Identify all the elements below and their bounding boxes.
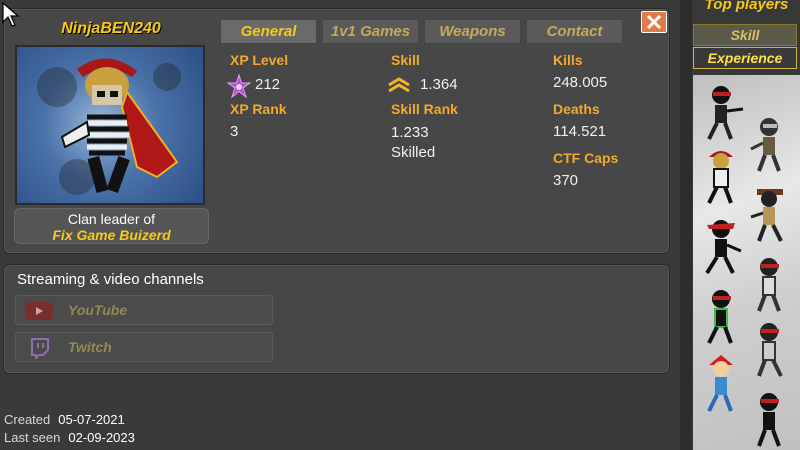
streaming-title: Streaming & video channels xyxy=(17,271,204,288)
clan-name-link[interactable]: Fix Game Buizerd xyxy=(15,227,208,243)
skill-rank-value: 1.233 xyxy=(391,124,429,141)
tab-contact[interactable]: Contact xyxy=(526,19,623,44)
youtube-label: YouTube xyxy=(68,302,128,318)
tab-1v1-games[interactable]: 1v1 Games xyxy=(322,19,419,44)
tab-general[interactable]: General xyxy=(220,19,317,44)
ctf-caps-value: 370 xyxy=(553,172,579,189)
skill-rank-label: Skill Rank xyxy=(391,101,458,117)
clan-info: Clan leader of Fix Game Buizerd xyxy=(14,208,209,244)
clan-label: Clan leader of xyxy=(67,211,156,227)
twitch-icon xyxy=(31,338,49,359)
player-avatar-9[interactable] xyxy=(699,355,747,415)
player-avatar-4[interactable] xyxy=(747,185,795,245)
last-seen-label: Last seen xyxy=(4,430,61,445)
close-icon xyxy=(646,15,662,29)
player-avatar-7[interactable] xyxy=(699,287,747,347)
tab-weapons[interactable]: Weapons xyxy=(424,19,521,44)
xp-rank-value: 3 xyxy=(230,123,239,140)
xp-star-icon xyxy=(226,74,252,98)
twitch-button[interactable]: Twitch xyxy=(15,332,273,362)
player-avatar-2[interactable] xyxy=(747,115,795,175)
player-avatar-3[interactable] xyxy=(699,147,747,207)
xp-level-label: XP Level xyxy=(230,52,289,68)
player-avatar xyxy=(15,45,205,205)
top-players-list xyxy=(693,75,800,450)
kills-label: Kills xyxy=(553,52,583,68)
youtube-icon xyxy=(25,302,53,320)
deaths-label: Deaths xyxy=(553,101,600,117)
ctf-caps-label: CTF Caps xyxy=(553,150,619,166)
sort-skill-button[interactable]: Skill xyxy=(693,24,797,46)
sort-experience-button[interactable]: Experience xyxy=(693,47,797,69)
created-line: Created 05-07-2021 xyxy=(4,412,125,427)
player-avatar-1[interactable] xyxy=(699,83,747,143)
top-players-title: Top players xyxy=(704,0,789,13)
skill-value: 1.364 xyxy=(420,76,458,93)
xp-level-value: 212 xyxy=(255,76,281,93)
player-avatar-6[interactable] xyxy=(747,255,795,315)
created-label: Created xyxy=(4,412,51,427)
last-seen-line: Last seen 02-09-2023 xyxy=(4,430,135,445)
mouse-cursor-icon xyxy=(2,2,20,27)
player-avatar-8[interactable] xyxy=(747,320,795,380)
twitch-label: Twitch xyxy=(68,339,112,355)
created-value: 05-07-2021 xyxy=(58,412,125,427)
close-button[interactable] xyxy=(641,11,667,33)
spartan-character-icon xyxy=(37,58,181,195)
sidebar-scroll-strip xyxy=(680,0,692,450)
username: NinjaBEN240 xyxy=(61,20,161,37)
youtube-button[interactable]: YouTube xyxy=(15,295,273,325)
kills-value: 248.005 xyxy=(553,74,608,91)
skill-chevron-icon xyxy=(388,77,410,93)
deaths-value: 114.521 xyxy=(553,123,607,140)
xp-rank-label: XP Rank xyxy=(230,101,287,117)
last-seen-value: 02-09-2023 xyxy=(68,430,135,445)
skill-label: Skill xyxy=(391,52,420,68)
skill-rank-tier: Skilled xyxy=(391,144,436,161)
player-avatar-5[interactable] xyxy=(699,217,747,277)
player-avatar-10[interactable] xyxy=(747,390,795,450)
